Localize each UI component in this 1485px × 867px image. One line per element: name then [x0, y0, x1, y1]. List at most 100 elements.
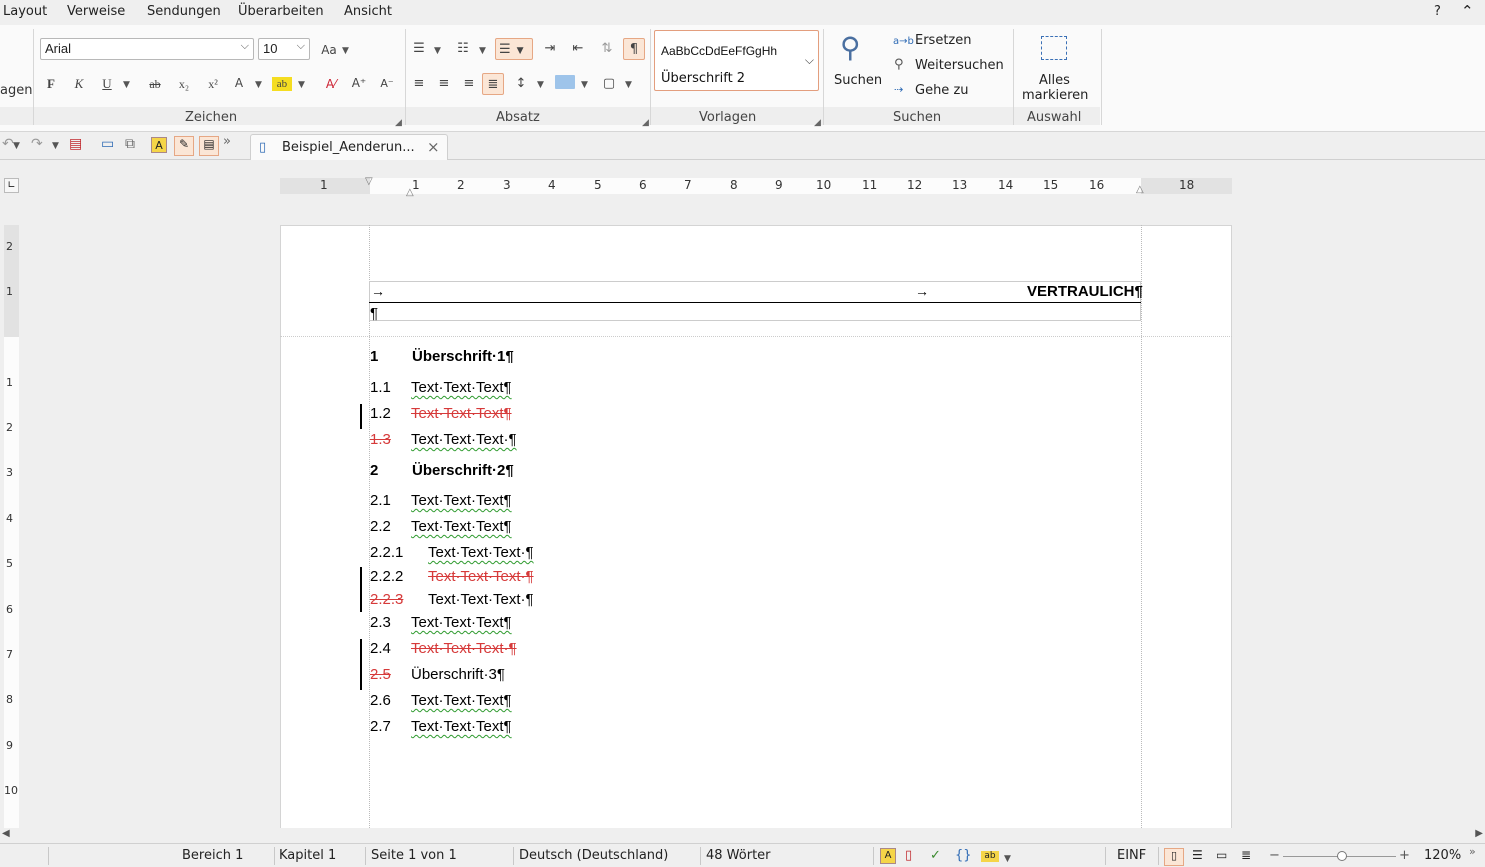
list-item[interactable]: Text·Text·Text¶: [411, 518, 512, 535]
scroll-left-icon[interactable]: ◀: [2, 828, 10, 839]
right-indent-marker[interactable]: △: [1136, 184, 1144, 195]
show-changes-icon[interactable]: ▤: [199, 136, 219, 156]
find-next-button[interactable]: Weitersuchen: [915, 58, 1004, 73]
zoom-slider-thumb[interactable]: [1337, 851, 1347, 861]
status-page[interactable]: Seite 1 von 1: [371, 848, 457, 863]
single-page-view-icon[interactable]: ▯: [1164, 848, 1184, 866]
insert-mode[interactable]: EINF: [1117, 848, 1146, 863]
scroll-right-icon[interactable]: ▶: [1475, 828, 1483, 839]
list-item[interactable]: Text·Text·Text·¶: [428, 591, 534, 608]
undo-icon[interactable]: ↶: [2, 136, 14, 152]
list-item[interactable]: Text·Text·Text·¶: [428, 544, 534, 561]
align-left-icon[interactable]: ≡: [408, 73, 430, 95]
header-confidential[interactable]: VERTRAULICH¶: [1027, 283, 1143, 300]
numbered-list-icon[interactable]: ☷: [452, 38, 474, 60]
text-box-icon[interactable]: A: [151, 137, 167, 153]
strikethrough-button[interactable]: ab: [144, 73, 166, 95]
menu-ansicht[interactable]: Ansicht: [344, 4, 392, 19]
highlight-icon[interactable]: ab: [272, 77, 292, 91]
heading-text[interactable]: Überschrift·2¶: [412, 462, 514, 479]
chevron-down-icon[interactable]: ▼: [255, 80, 262, 90]
borders-icon[interactable]: ▢: [598, 73, 620, 95]
chevron-down-icon[interactable]: ⌵: [297, 40, 305, 53]
tab-stop-selector[interactable]: ∟: [4, 178, 19, 193]
decrease-indent-icon[interactable]: ⇤: [567, 38, 589, 60]
more-icon[interactable]: »: [223, 134, 231, 149]
document-error-icon[interactable]: ▯: [905, 848, 912, 863]
font-color-button[interactable]: A: [228, 72, 250, 94]
list-item[interactable]: Text·Text·Text¶: [411, 692, 512, 709]
chevron-down-icon[interactable]: ⌵: [805, 53, 814, 68]
select-all-line2[interactable]: markieren: [1022, 88, 1088, 103]
find-next-icon[interactable]: ⚲: [894, 57, 904, 72]
multi-page-view-icon[interactable]: ☰: [1192, 848, 1203, 862]
insert-comment-icon[interactable]: ▭: [101, 136, 114, 152]
copy-icon[interactable]: ⧉: [125, 136, 135, 152]
menu-ueberarbeiten[interactable]: Überarbeiten: [238, 4, 324, 19]
chevron-down-icon[interactable]: ▼: [479, 46, 486, 56]
dialog-launcher-icon[interactable]: ◢: [395, 118, 402, 128]
list-item-deleted[interactable]: Text·Text·Text·¶: [428, 568, 534, 585]
list-item[interactable]: Text·Text·Text¶: [411, 718, 512, 735]
bold-button[interactable]: F: [40, 73, 62, 95]
list-item[interactable]: Text·Text·Text·¶: [411, 431, 517, 448]
increase-indent-icon[interactable]: ⇥: [539, 38, 561, 60]
dialog-launcher-icon[interactable]: ◢: [642, 118, 649, 128]
search-icon[interactable]: ⚲: [840, 31, 861, 64]
status-word-count[interactable]: 48 Wörter: [706, 848, 771, 863]
menu-sendungen[interactable]: Sendungen: [147, 4, 221, 19]
font-name-combo[interactable]: Arial ⌵: [40, 38, 254, 60]
list-item-deleted[interactable]: Text·Text·Text¶: [411, 405, 512, 422]
menu-layout[interactable]: Layout: [3, 4, 47, 19]
list-item-deleted[interactable]: Text·Text·Text·¶: [411, 640, 517, 657]
italic-button[interactable]: K: [68, 73, 90, 95]
style-name[interactable]: Überschrift 2: [661, 71, 745, 86]
zoom-in-button[interactable]: +: [1399, 848, 1410, 863]
formatting-marks-button[interactable]: ¶: [623, 38, 645, 60]
horizontal-scrollbar[interactable]: ◀ ▶: [0, 828, 1485, 842]
font-size-combo[interactable]: 10 ⌵: [258, 38, 310, 60]
chevron-down-icon[interactable]: ▼: [13, 141, 20, 151]
chevron-down-icon[interactable]: ▼: [1004, 854, 1011, 864]
styles-gallery[interactable]: AaBbCcDdEeFfGgHh Überschrift 2 ⌵: [654, 30, 819, 91]
list-item[interactable]: Text·Text·Text¶: [411, 492, 512, 509]
highlight-icon[interactable]: ab: [981, 851, 999, 862]
line-spacing-icon[interactable]: ↕: [510, 73, 532, 95]
hanging-indent-marker[interactable]: △: [406, 187, 414, 198]
text-box-icon[interactable]: A: [880, 848, 896, 864]
track-changes-icon[interactable]: ✎: [174, 136, 194, 156]
menu-verweise[interactable]: Verweise: [67, 4, 125, 19]
chevron-down-icon[interactable]: ▼: [123, 80, 130, 90]
justify-button[interactable]: ≣: [482, 73, 504, 95]
dialog-launcher-icon[interactable]: ◢: [814, 118, 821, 128]
chevron-down-icon[interactable]: ▼: [581, 80, 588, 90]
web-view-icon[interactable]: ≣: [1241, 848, 1251, 862]
sort-icon[interactable]: ⇅: [596, 38, 618, 60]
zoom-out-button[interactable]: −: [1269, 848, 1280, 863]
first-indent-marker[interactable]: ▽: [365, 176, 373, 187]
list-item[interactable]: Text·Text·Text¶: [411, 379, 512, 396]
heading-text[interactable]: Überschrift·1¶: [412, 348, 514, 365]
clipped-paste-label[interactable]: agen: [0, 83, 32, 98]
status-language[interactable]: Deutsch (Deutschland): [519, 848, 668, 863]
chevron-down-icon[interactable]: ▼: [298, 80, 305, 90]
superscript-button[interactable]: x²: [202, 73, 224, 95]
help-icon[interactable]: ?: [1434, 4, 1441, 19]
chevron-down-icon[interactable]: ▼: [537, 80, 544, 90]
tab-document[interactable]: ▯ Beispiel_Aenderun... ×: [250, 134, 448, 160]
subscript-button[interactable]: x₂: [173, 73, 195, 95]
list-item[interactable]: Überschrift·3¶: [411, 666, 505, 683]
paragraph-shading-icon[interactable]: [555, 75, 575, 89]
replace-icon[interactable]: a→b: [893, 36, 914, 47]
goto-icon[interactable]: ⇢: [894, 83, 903, 96]
align-right-icon[interactable]: ≡: [458, 73, 480, 95]
empty-paragraph-mark[interactable]: ¶: [370, 305, 378, 322]
bullet-list-icon[interactable]: ☰: [408, 38, 430, 60]
clear-formatting-icon[interactable]: A⁄: [320, 73, 342, 95]
chevron-down-icon[interactable]: ▼: [342, 46, 349, 56]
grow-font-button[interactable]: A⁺: [348, 72, 370, 94]
chevron-down-icon[interactable]: ▼: [52, 141, 59, 151]
underline-button[interactable]: U: [96, 73, 118, 95]
goto-button[interactable]: Gehe zu: [915, 83, 969, 98]
select-all-icon[interactable]: [1041, 36, 1067, 60]
